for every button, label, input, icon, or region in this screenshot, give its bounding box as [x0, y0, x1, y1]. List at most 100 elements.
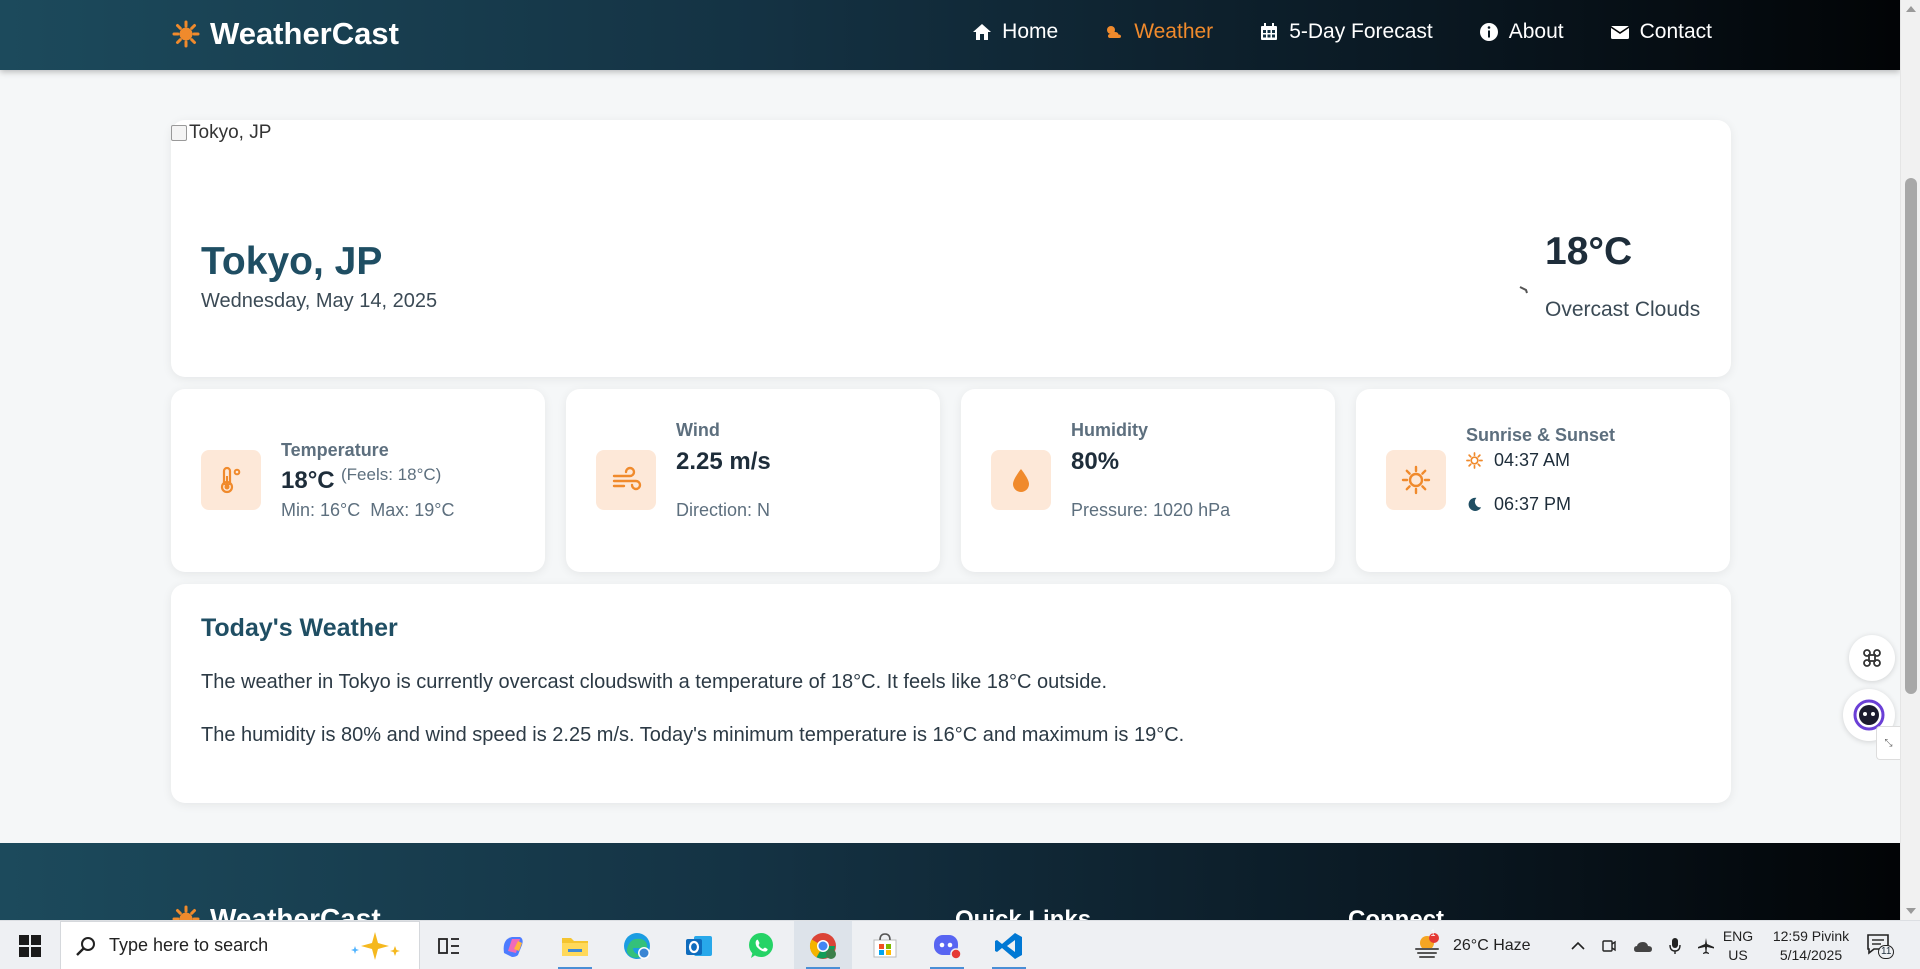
humidity-card: Humidity 80% Pressure: 1020 hPa	[961, 389, 1335, 572]
taskbar-copilot[interactable]	[484, 921, 542, 969]
edge-icon	[624, 932, 650, 959]
folder-icon	[562, 937, 588, 956]
cloud-sun-icon	[1107, 26, 1122, 38]
weather-condition-icon	[1519, 286, 1528, 294]
clock-date: 5/14/2025	[1779, 947, 1843, 963]
nav-weather[interactable]: Weather	[1104, 20, 1213, 44]
nav-home[interactable]: Home	[972, 20, 1058, 44]
brand-name: WeatherCast	[210, 16, 399, 51]
todays-weather-heading: Today's Weather	[201, 614, 398, 642]
site-footer: WeatherCast Quick Links Connect	[0, 843, 1900, 922]
shortcuts-widget[interactable]	[1849, 635, 1895, 681]
expand-arrows-icon: ⤡	[1884, 737, 1893, 749]
city-image-alt: Tokyo, JP	[189, 122, 272, 143]
location-hero-card: Tokyo, JP Tokyo, JP Wednesday, May 14, 2…	[171, 120, 1731, 377]
temperature-title: Temperature	[281, 440, 389, 460]
nav-contact[interactable]: Contact	[1610, 20, 1712, 44]
nav-links: Home Weather 5-Day Forecast About Contac…	[972, 20, 1712, 44]
system-tray-icons	[1571, 921, 1715, 969]
nav-about-label: About	[1508, 20, 1564, 43]
wind-icon-box	[596, 450, 656, 510]
wind-icon	[612, 466, 642, 491]
nav-forecast-label: 5-Day Forecast	[1289, 20, 1433, 43]
wind-card: Wind 2.25 m/s Direction: N	[566, 389, 940, 572]
sun-icon-box	[1386, 450, 1446, 510]
taskbar-vscode[interactable]	[980, 921, 1038, 969]
side-expand-tab[interactable]: ⤡	[1876, 726, 1900, 760]
search-icon	[76, 936, 95, 956]
whatsapp-icon	[749, 932, 773, 958]
calendar-icon	[1261, 23, 1278, 40]
temperature-value: 18°C	[281, 467, 335, 494]
taskbar-edge[interactable]	[608, 921, 666, 969]
scrollbar-thumb[interactable]	[1905, 178, 1917, 694]
sun-logo-icon	[172, 20, 200, 48]
windows-logo-icon	[19, 934, 41, 957]
task-view-icon	[438, 937, 459, 954]
sunrise-sunset-card: Sunrise & Sunset 04:37 AM 06:37 PM	[1356, 389, 1730, 572]
taskbar-file-explorer[interactable]	[546, 921, 604, 969]
taskbar-chrome[interactable]	[794, 921, 852, 969]
brand-logo[interactable]: WeatherCast	[172, 16, 399, 52]
taskbar-store[interactable]	[856, 921, 914, 969]
current-temperature: 18°C	[1545, 230, 1633, 273]
microphone-icon[interactable]	[1669, 937, 1681, 955]
envelope-icon	[1610, 26, 1630, 39]
taskbar-clock[interactable]: 12:59 Pivink 5/14/2025	[1766, 927, 1856, 965]
temperature-card: Temperature 18°C (Feels: 18°C) Min: 16°C…	[171, 389, 545, 572]
droplet-icon	[1013, 469, 1029, 492]
wind-speed: 2.25 m/s	[676, 448, 771, 475]
scroll-up-icon[interactable]	[1906, 6, 1916, 12]
humidity-value: 80%	[1071, 448, 1120, 475]
taskbar-outlook[interactable]	[670, 921, 728, 969]
copilot-icon	[503, 936, 523, 957]
notification-center[interactable]: 11	[1866, 933, 1896, 959]
start-button[interactable]	[0, 921, 60, 969]
wind-direction: Direction: N	[676, 500, 771, 520]
humidity-title: Humidity	[1071, 420, 1149, 440]
chevron-up-icon[interactable]	[1571, 941, 1585, 951]
search-placeholder: Type here to search	[109, 935, 269, 955]
thermometer-icon-box	[201, 450, 261, 510]
moon-icon	[1468, 497, 1482, 512]
sun-title: Sunrise & Sunset	[1466, 425, 1616, 445]
weather-badge: 1	[1430, 928, 1436, 938]
city-name: Tokyo, JP	[201, 240, 383, 283]
taskbar-discord[interactable]	[918, 921, 976, 969]
airplane-mode-icon[interactable]	[1697, 937, 1715, 955]
pressure-value: Pressure: 1020 hPa	[1071, 500, 1231, 520]
nav-contact-label: Contact	[1639, 20, 1712, 43]
droplet-icon-box	[991, 450, 1051, 510]
chrome-icon	[809, 932, 836, 959]
todays-weather-paragraph-2: The humidity is 80% and wind speed is 2.…	[201, 724, 1185, 746]
sunrise-icon	[1466, 452, 1483, 469]
info-icon	[1479, 23, 1498, 41]
nav-home-label: Home	[1002, 20, 1059, 43]
copilot-sparkle-icon	[351, 932, 400, 960]
region-code: US	[1728, 947, 1748, 963]
language-code: ENG	[1722, 928, 1754, 944]
sunrise-time: 04:37 AM	[1494, 450, 1571, 470]
nav-weather-label: Weather	[1134, 20, 1214, 43]
page-scrollbar[interactable]	[1900, 0, 1920, 920]
onedrive-cloud-icon[interactable]	[1633, 939, 1653, 953]
nav-forecast[interactable]: 5-Day Forecast	[1259, 20, 1433, 44]
weather-condition: Overcast Clouds	[1545, 298, 1701, 321]
task-view-button[interactable]	[420, 921, 478, 969]
command-icon	[1863, 649, 1881, 667]
taskbar-search[interactable]: Type here to search	[60, 921, 420, 969]
scroll-down-icon[interactable]	[1906, 908, 1916, 914]
notification-count: 11	[1878, 945, 1895, 959]
windows-taskbar: Type here to search 26°C Haze 1 ENG US 1…	[0, 920, 1920, 969]
nav-about[interactable]: About	[1479, 20, 1564, 44]
temperature-minmax: Min: 16°C Max: 19°C	[281, 500, 455, 520]
home-icon	[973, 24, 992, 40]
clock-time: 12:59 Pivink	[1772, 928, 1850, 944]
sunset-time: 06:37 PM	[1494, 494, 1572, 514]
taskbar-whatsapp[interactable]	[732, 921, 790, 969]
meet-now-icon[interactable]	[1601, 938, 1617, 954]
input-language[interactable]: ENG US	[1718, 927, 1758, 965]
feels-like: (Feels: 18°C)	[341, 465, 442, 484]
discord-icon	[934, 934, 962, 960]
outlook-icon	[686, 935, 712, 956]
